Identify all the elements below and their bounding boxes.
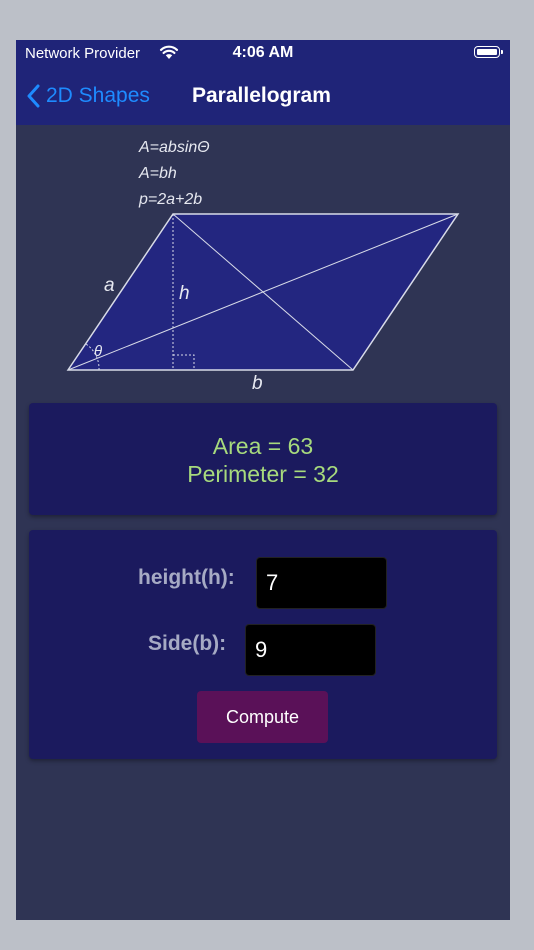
chevron-left-icon <box>27 84 40 108</box>
label-b: b <box>252 373 263 394</box>
navigation-bar: 2D Shapes Parallelogram <box>16 68 510 125</box>
input-card: height(h): Side(b): Compute <box>29 530 497 759</box>
page-title: Parallelogram <box>192 84 331 107</box>
height-input[interactable] <box>256 557 387 609</box>
area-result: Area = 63 <box>212 433 314 459</box>
compute-button[interactable]: Compute <box>197 691 328 743</box>
side-input[interactable] <box>245 624 376 676</box>
label-theta: θ <box>94 343 102 360</box>
battery-icon <box>474 46 503 58</box>
app-screen: Network Provider 4:06 AM 2D Shapes Paral… <box>16 40 510 920</box>
back-button[interactable]: 2D Shapes <box>26 82 150 110</box>
result-card: Area = 63 Perimeter = 32 <box>29 403 497 515</box>
label-a: a <box>104 275 115 296</box>
parallelogram-diagram: A=absinΘ A=bh p=2a+2b a h θ b <box>16 125 510 400</box>
clock-label: 4:06 AM <box>232 44 294 61</box>
parallelogram-figure: a h θ b <box>66 213 460 394</box>
label-h: h <box>179 283 190 304</box>
perimeter-result: Perimeter = 32 <box>187 461 339 487</box>
side-label: Side(b): <box>148 632 227 655</box>
height-label: height(h): <box>138 566 235 589</box>
status-bar: Network Provider 4:06 AM <box>16 40 510 68</box>
back-button-label: 2D Shapes <box>46 84 150 107</box>
